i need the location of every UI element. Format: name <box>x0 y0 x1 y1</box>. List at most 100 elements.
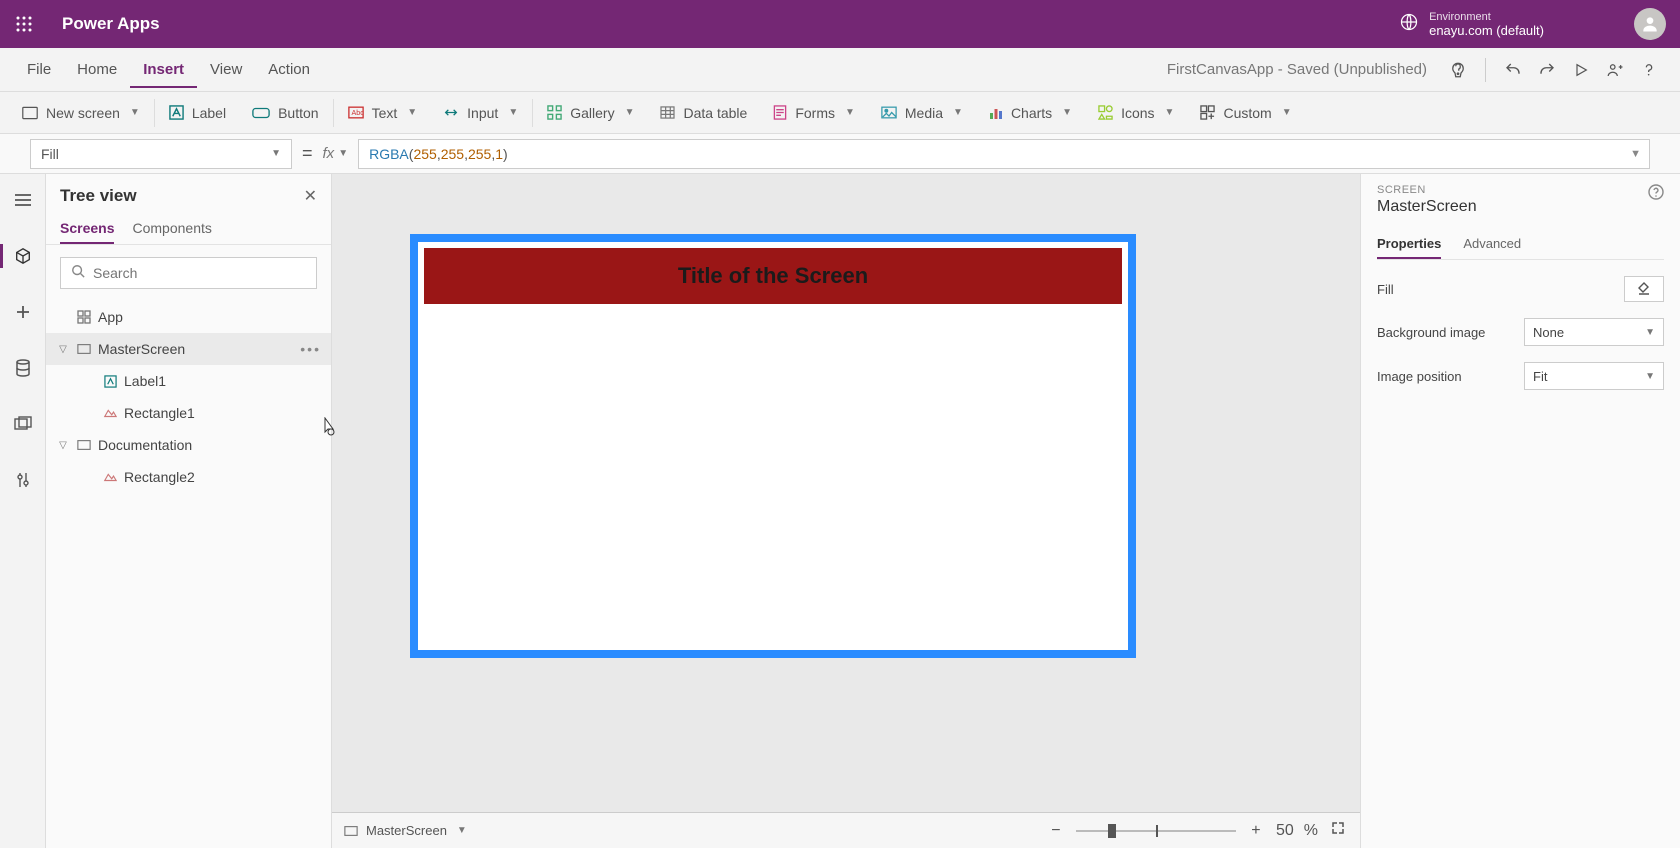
tab-screens[interactable]: Screens <box>60 214 114 244</box>
zoom-controls: − + 50 % <box>1046 821 1348 840</box>
help-button[interactable] <box>1632 61 1666 79</box>
tree-node-label1[interactable]: Label1 <box>46 365 331 397</box>
screen-canvas[interactable]: Title of the Screen <box>424 248 1122 644</box>
expand-formula-icon[interactable]: ▼ <box>1630 148 1641 160</box>
environment-picker[interactable]: Environment enayu.com (default) <box>1399 10 1544 38</box>
tree-node-masterscreen[interactable]: ▽ MasterScreen ••• <box>46 333 331 365</box>
top-bar: Power Apps Environment enayu.com (defaul… <box>0 0 1680 48</box>
insert-icons[interactable]: Icons▼ <box>1086 105 1186 121</box>
app-launcher-icon[interactable] <box>8 8 40 40</box>
rail-data-icon[interactable] <box>9 354 37 382</box>
tab-properties[interactable]: Properties <box>1377 230 1441 259</box>
screen-icon <box>76 343 92 355</box>
app-checker-icon[interactable] <box>1441 61 1475 79</box>
insert-gallery[interactable]: Gallery▼ <box>535 105 646 121</box>
insert-custom[interactable]: Custom▼ <box>1188 105 1303 121</box>
zoom-slider[interactable] <box>1076 830 1236 832</box>
insert-media-label: Media <box>905 105 943 121</box>
redo-button[interactable] <box>1530 61 1564 79</box>
tree-search[interactable] <box>60 257 317 289</box>
undo-button[interactable] <box>1496 61 1530 79</box>
formula-bar: Fill ▼ = fx▼ RGBA(255, 255, 255, 1) ▼ <box>0 134 1680 174</box>
insert-data-table[interactable]: Data table <box>648 105 759 121</box>
menu-home[interactable]: Home <box>64 51 130 88</box>
zoom-out-button[interactable]: − <box>1046 822 1066 840</box>
chevron-down-icon: ▼ <box>1165 107 1175 118</box>
prop-bg-image-select[interactable]: None ▼ <box>1524 318 1664 346</box>
insert-charts[interactable]: Charts ▼ <box>977 105 1084 121</box>
tree-view-title: Tree view <box>60 186 137 206</box>
play-button[interactable] <box>1564 62 1598 78</box>
formula-input[interactable]: RGBA(255, 255, 255, 1) ▼ <box>358 139 1650 169</box>
menu-file[interactable]: File <box>14 51 64 88</box>
menu-view[interactable]: View <box>197 51 255 88</box>
chevron-down-icon: ▼ <box>1062 107 1072 118</box>
rectangle-icon <box>102 407 118 419</box>
expand-icon[interactable]: ▽ <box>56 440 70 451</box>
share-button[interactable] <box>1598 61 1632 79</box>
insert-forms[interactable]: Forms▼ <box>761 105 867 121</box>
expand-icon[interactable]: ▽ <box>56 344 70 355</box>
zoom-value: 50 <box>1276 822 1294 840</box>
insert-custom-label: Custom <box>1223 105 1271 121</box>
chevron-down-icon: ▼ <box>407 107 417 118</box>
panel-element-name: MasterScreen <box>1377 198 1664 216</box>
insert-input[interactable]: Input ▼ <box>431 105 530 121</box>
environment-label: Environment <box>1429 10 1544 24</box>
property-selector-label: Fill <box>41 146 59 162</box>
panel-help-icon[interactable] <box>1648 184 1664 205</box>
prop-image-position-select[interactable]: Fit ▼ <box>1524 362 1664 390</box>
tab-advanced[interactable]: Advanced <box>1463 230 1521 259</box>
insert-button[interactable]: Button <box>240 105 330 121</box>
more-icon[interactable]: ••• <box>300 341 321 357</box>
title-label[interactable]: Title of the Screen <box>424 248 1122 304</box>
tree-node-label: Label1 <box>124 373 166 389</box>
rail-media-icon[interactable] <box>9 410 37 438</box>
breadcrumb[interactable]: MasterScreen ▼ <box>344 823 467 838</box>
menu-action[interactable]: Action <box>255 51 323 88</box>
tree-view-close-icon[interactable]: ✕ <box>304 186 317 206</box>
screen-selection[interactable]: Title of the Screen <box>410 234 1136 658</box>
screen-icon <box>76 439 92 451</box>
tree-node-label: Rectangle1 <box>124 405 195 421</box>
insert-button-label: Button <box>278 105 318 121</box>
rail-tree-view-icon[interactable] <box>9 242 37 270</box>
insert-text[interactable]: Abc Text▼ <box>336 105 430 121</box>
chevron-down-icon: ▼ <box>508 107 518 118</box>
environment-value: enayu.com (default) <box>1429 24 1544 38</box>
tree-node-documentation[interactable]: ▽ Documentation <box>46 429 331 461</box>
insert-input-label: Input <box>467 105 498 121</box>
avatar[interactable] <box>1634 8 1666 40</box>
rail-tools-icon[interactable] <box>9 466 37 494</box>
zoom-in-button[interactable]: + <box>1246 822 1266 840</box>
insert-label[interactable]: Label <box>157 105 238 121</box>
tree-view-panel: Tree view ✕ Screens Components App ▽ Mas… <box>46 174 332 848</box>
canvas-area[interactable]: Title of the Screen MasterScreen ▼ − + 5… <box>332 174 1360 848</box>
tree-node-rectangle1[interactable]: Rectangle1 <box>46 397 331 429</box>
search-icon <box>71 264 85 283</box>
equals-label: = <box>302 143 313 164</box>
prop-fill-swatch[interactable] <box>1624 276 1664 302</box>
prop-image-position-value: Fit <box>1533 369 1547 384</box>
fit-to-window-button[interactable] <box>1328 821 1348 840</box>
rail-insert-icon[interactable] <box>9 298 37 326</box>
fx-button[interactable]: fx▼ <box>323 145 349 162</box>
property-selector[interactable]: Fill ▼ <box>30 139 292 169</box>
chevron-down-icon: ▼ <box>130 107 140 118</box>
menu-insert[interactable]: Insert <box>130 51 197 88</box>
rectangle-icon <box>102 471 118 483</box>
tree-node-app[interactable]: App <box>46 301 331 333</box>
insert-gallery-label: Gallery <box>570 105 614 121</box>
insert-text-label: Text <box>372 105 398 121</box>
insert-media[interactable]: Media ▼ <box>869 105 975 121</box>
chevron-down-icon: ▼ <box>338 148 348 159</box>
tree-node-rectangle2[interactable]: Rectangle2 <box>46 461 331 493</box>
prop-image-position-label: Image position <box>1377 369 1462 384</box>
insert-charts-label: Charts <box>1011 105 1052 121</box>
chevron-down-icon: ▼ <box>457 825 467 836</box>
tree-search-input[interactable] <box>93 265 306 281</box>
tab-components[interactable]: Components <box>132 214 211 244</box>
insert-new-screen[interactable]: New screen▼ <box>10 105 152 121</box>
rail-hamburger-icon[interactable] <box>9 186 37 214</box>
chevron-down-icon: ▼ <box>953 107 963 118</box>
